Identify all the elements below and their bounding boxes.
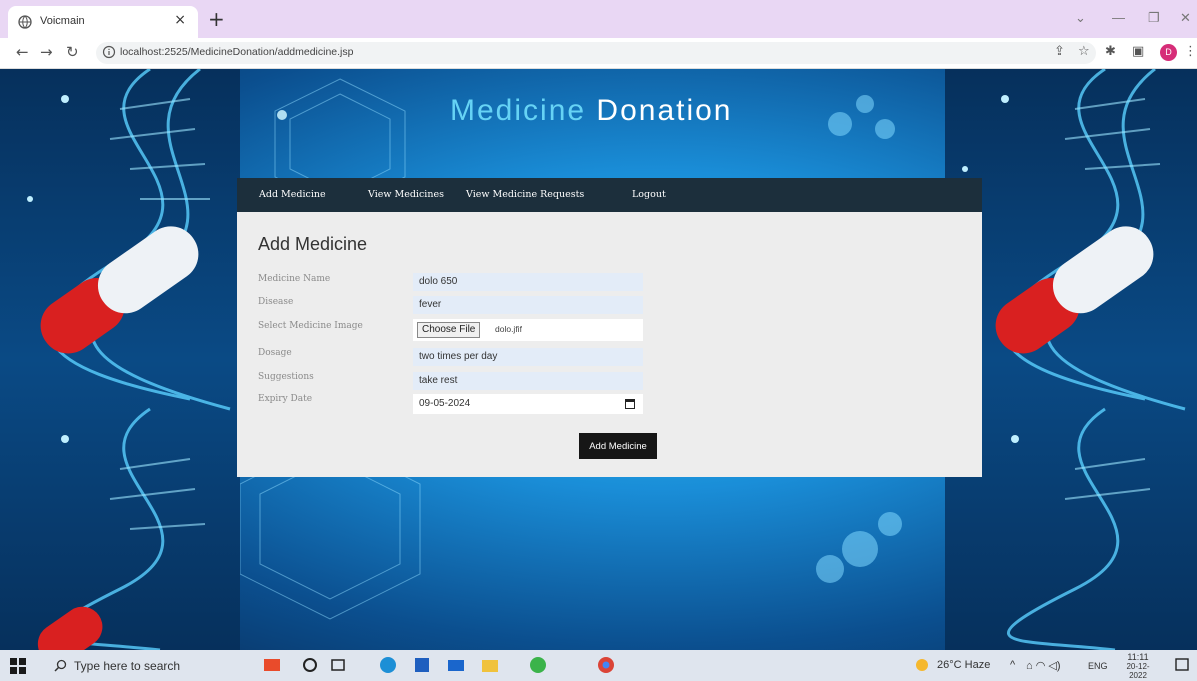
tab-title: Voicmain	[40, 15, 85, 27]
brand-word-donation: Donation	[596, 94, 733, 127]
taskbar-search-placeholder: Type here to search	[74, 659, 181, 673]
url-text: localhost:2525/MedicineDonation/addmedic…	[120, 46, 354, 58]
calendar-icon[interactable]	[625, 398, 635, 409]
search-icon	[54, 659, 67, 672]
store-icon[interactable]	[412, 655, 432, 675]
form-heading: Add Medicine	[258, 234, 368, 254]
dosage-input[interactable]: two times per day	[413, 348, 643, 366]
taskbar-app-icon[interactable]	[262, 655, 282, 675]
expiry-date-label: Expiry Date	[258, 394, 313, 404]
tray-chevron-icon[interactable]: ^	[1010, 659, 1015, 671]
cortana-icon[interactable]	[300, 655, 320, 675]
main-nav: Add Medicine View Medicines View Medicin…	[237, 178, 982, 212]
file-explorer-icon[interactable]	[480, 655, 500, 675]
weather-text[interactable]: 26°C Haze	[937, 659, 990, 671]
nav-add-medicine[interactable]: Add Medicine	[259, 189, 326, 200]
chrome-icon[interactable]	[596, 655, 616, 675]
expiry-date-input[interactable]: 09-05-2024	[413, 394, 643, 414]
dna-illustration-left	[27, 69, 231, 650]
language-indicator[interactable]: ENG	[1088, 661, 1108, 671]
browser-tab[interactable]: Voicmain ×	[8, 6, 198, 38]
tray-icons[interactable]: ⌂ ◠ ◁)	[1026, 659, 1060, 672]
back-icon[interactable]: ←	[16, 43, 29, 61]
new-tab-icon[interactable]: +	[208, 7, 225, 31]
tab-search-icon[interactable]: ⌄	[1075, 10, 1086, 26]
address-bar-row: ← → ↻ localhost:2525/MedicineDonation/ad…	[0, 38, 1197, 69]
suggestions-label: Suggestions	[258, 372, 314, 382]
bookmark-star-icon[interactable]: ☆	[1078, 44, 1090, 59]
close-window-icon[interactable]: ✕	[1180, 10, 1191, 26]
dosage-label: Dosage	[258, 348, 292, 358]
globe-icon	[18, 15, 32, 29]
decorative-dna-panel-right	[945, 69, 1197, 650]
weather-icon[interactable]	[912, 655, 932, 675]
reload-icon[interactable]: ↻	[66, 43, 79, 61]
add-medicine-form: Add Medicine Medicine Name dolo 650 Dise…	[237, 212, 982, 477]
selected-file-name: dolo.jfif	[495, 324, 522, 334]
windows-start-icon[interactable]	[10, 658, 26, 674]
decorative-dna-panel-left	[0, 69, 240, 650]
profile-avatar[interactable]: D	[1160, 44, 1177, 61]
clock[interactable]: 11:11 20-12-2022	[1118, 652, 1158, 680]
info-icon[interactable]	[102, 45, 116, 59]
nav-logout[interactable]: Logout	[632, 189, 666, 200]
close-tab-icon[interactable]: ×	[174, 12, 186, 28]
browser-tab-strip: Voicmain × + ⌄ — ❐ ✕	[0, 0, 1197, 38]
nav-view-medicines[interactable]: View Medicines	[368, 189, 444, 200]
suggestions-input[interactable]: take rest	[413, 372, 643, 390]
url-bar[interactable]: localhost:2525/MedicineDonation/addmedic…	[96, 42, 1096, 64]
share-icon[interactable]: ⇪	[1054, 44, 1065, 59]
green-app-icon[interactable]	[528, 655, 548, 675]
menu-icon[interactable]: ⋮	[1184, 44, 1197, 59]
dna-illustration-right	[962, 69, 1186, 650]
minimize-icon[interactable]: —	[1112, 10, 1125, 25]
forward-icon[interactable]: →	[40, 43, 53, 61]
notifications-icon[interactable]	[1172, 655, 1192, 675]
extensions-icon[interactable]: ✱	[1105, 44, 1116, 59]
site-brand-title: Medicine Donation	[450, 94, 733, 128]
add-medicine-submit-button[interactable]: Add Medicine	[579, 433, 657, 459]
medicine-image-input: Choose File dolo.jfif	[413, 319, 643, 341]
disease-input[interactable]: fever	[413, 296, 643, 314]
clock-time: 11:11	[1127, 652, 1149, 662]
expiry-date-value: 09-05-2024	[419, 398, 471, 409]
nav-view-medicine-requests[interactable]: View Medicine Requests	[466, 189, 584, 200]
taskbar-search-box[interactable]: Type here to search	[40, 652, 240, 679]
choose-file-button[interactable]: Choose File	[417, 322, 481, 338]
edge-icon[interactable]	[378, 655, 398, 675]
mail-icon[interactable]	[446, 655, 466, 675]
restore-icon[interactable]: ❐	[1148, 10, 1160, 26]
medicine-image-label: Select Medicine Image	[258, 321, 363, 331]
page-background: Medicine Donation Add Medicine View Medi…	[0, 69, 1197, 650]
task-view-icon[interactable]	[328, 655, 348, 675]
medicine-name-label: Medicine Name	[258, 274, 331, 284]
windows-taskbar: Type here to search 26°C Haze ^ ⌂ ◠ ◁) E…	[0, 650, 1197, 681]
disease-label: Disease	[258, 297, 294, 307]
clock-date: 20-12-2022	[1126, 662, 1150, 680]
medicine-name-input[interactable]: dolo 650	[413, 273, 643, 291]
sidepanel-icon[interactable]: ▣	[1132, 44, 1144, 59]
brand-word-medicine: Medicine	[450, 94, 587, 127]
